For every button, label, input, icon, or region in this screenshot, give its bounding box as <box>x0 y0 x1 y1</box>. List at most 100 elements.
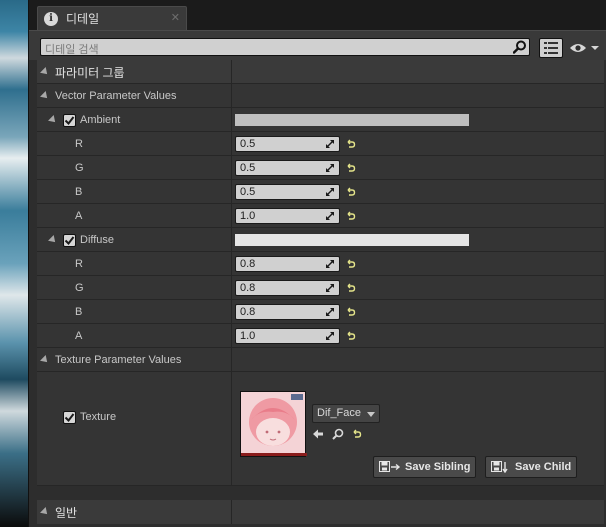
reset-to-default-icon[interactable] <box>352 429 362 439</box>
channel-label: A <box>75 210 83 222</box>
resize-icon <box>326 284 334 292</box>
asset-name: Dif_Face <box>317 407 362 419</box>
checkmark-icon <box>64 412 75 422</box>
collapse-arrow-icon[interactable] <box>40 91 50 101</box>
tab-bar: i 디테일 ✕ <box>29 0 606 30</box>
save-icon <box>491 461 511 473</box>
group-label: Texture Parameter Values <box>55 354 182 366</box>
reset-to-default-icon[interactable] <box>346 187 356 197</box>
search-row: 디테일 검색 <box>29 30 606 60</box>
channel-row: B 0.5 <box>37 180 604 204</box>
chevron-down-icon <box>591 46 599 50</box>
search-input[interactable]: 디테일 검색 <box>40 38 530 56</box>
param-checkbox[interactable] <box>63 113 76 127</box>
collapse-arrow-icon[interactable] <box>40 507 50 517</box>
reset-to-default-icon[interactable] <box>346 139 356 149</box>
save-icon <box>379 461 401 473</box>
color-swatch[interactable] <box>235 114 469 126</box>
channel-label: G <box>75 282 84 294</box>
param-label: Texture <box>80 411 117 423</box>
number-value: 0.8 <box>240 258 256 270</box>
asset-tools <box>312 428 370 440</box>
chevron-down-icon <box>367 412 375 417</box>
channel-row: B 0.8 <box>37 300 604 324</box>
reset-to-default-icon[interactable] <box>346 259 356 269</box>
number-field[interactable]: 0.8 <box>235 280 340 296</box>
number-value: 1.0 <box>240 330 256 342</box>
channel-label: B <box>75 186 83 198</box>
channel-row: A 1.0 <box>37 204 604 228</box>
channel-label: R <box>75 258 83 270</box>
number-field[interactable]: 0.5 <box>235 160 340 176</box>
reset-to-default-icon[interactable] <box>346 331 356 341</box>
param-label: Ambient <box>80 114 121 126</box>
texture-type-bar <box>241 453 307 456</box>
reset-to-default-icon[interactable] <box>346 283 356 293</box>
channel-row: A 1.0 <box>37 324 604 348</box>
property-matrix-button[interactable] <box>539 38 563 58</box>
category-params[interactable]: 파라미터 그룹 <box>37 60 604 84</box>
resize-icon <box>326 140 334 148</box>
viewport-strip <box>0 0 28 527</box>
number-field[interactable]: 0.5 <box>235 136 340 152</box>
group-label: Vector Parameter Values <box>55 90 177 102</box>
number-value: 0.5 <box>240 186 256 198</box>
collapse-arrow-icon[interactable] <box>48 115 58 125</box>
number-value: 0.8 <box>240 282 256 294</box>
tab-label: 디테일 <box>66 12 100 26</box>
resize-icon <box>326 260 334 268</box>
tab-details[interactable]: i 디테일 ✕ <box>37 6 187 30</box>
eye-icon <box>570 44 586 52</box>
channel-label: A <box>75 330 83 342</box>
param-texture: Texture Dif_Face Save Sibling Save Child <box>37 372 604 486</box>
texture-thumbnail[interactable] <box>240 391 307 457</box>
group-vector[interactable]: Vector Parameter Values <box>37 84 604 108</box>
save-sibling-label: Save Sibling <box>405 461 471 473</box>
save-sibling-button[interactable]: Save Sibling <box>373 456 477 478</box>
channel-label: B <box>75 306 83 318</box>
reset-to-default-icon[interactable] <box>346 163 356 173</box>
param-diffuse: Diffuse <box>37 228 604 252</box>
channel-label: G <box>75 162 84 174</box>
number-field[interactable]: 0.8 <box>235 256 340 272</box>
resize-icon <box>326 188 334 196</box>
number-field[interactable]: 0.8 <box>235 304 340 320</box>
save-child-button[interactable]: Save Child <box>485 456 578 478</box>
channel-row: G 0.5 <box>37 156 604 180</box>
use-selected-icon[interactable] <box>312 429 324 439</box>
info-icon: i <box>44 11 58 26</box>
checkmark-icon <box>64 115 75 125</box>
collapse-arrow-icon[interactable] <box>40 67 50 77</box>
param-ambient: Ambient <box>37 108 604 132</box>
browse-icon[interactable] <box>332 428 344 440</box>
collapse-arrow-icon[interactable] <box>48 235 58 245</box>
channel-label: R <box>75 138 83 150</box>
channel-row: G 0.8 <box>37 276 604 300</box>
channel-row: R 0.8 <box>37 252 604 276</box>
checkmark-icon <box>64 235 75 245</box>
group-texture[interactable]: Texture Parameter Values <box>37 348 604 372</box>
asset-picker[interactable]: Dif_Face <box>312 404 380 423</box>
param-checkbox[interactable] <box>63 410 76 424</box>
category-general[interactable]: 일반 <box>37 500 604 524</box>
search-icon[interactable] <box>513 40 527 54</box>
number-field[interactable]: 1.0 <box>235 328 340 344</box>
category-label: 파라미터 그룹 <box>55 65 125 80</box>
resize-icon <box>326 332 334 340</box>
number-field[interactable]: 0.5 <box>235 184 340 200</box>
param-checkbox[interactable] <box>63 233 76 247</box>
view-options-button[interactable] <box>569 39 601 57</box>
resize-icon <box>326 308 334 316</box>
number-field[interactable]: 1.0 <box>235 208 340 224</box>
reset-to-default-icon[interactable] <box>346 211 356 221</box>
reset-to-default-icon[interactable] <box>346 307 356 317</box>
number-value: 0.8 <box>240 306 256 318</box>
channel-row: R 0.5 <box>37 132 604 156</box>
save-child-label: Save Child <box>515 461 572 473</box>
close-icon[interactable]: ✕ <box>171 11 180 24</box>
resize-icon <box>326 164 334 172</box>
collapse-arrow-icon[interactable] <box>40 355 50 365</box>
category-label: 일반 <box>55 505 78 520</box>
grid-icon <box>544 42 558 54</box>
color-swatch[interactable] <box>235 234 469 246</box>
